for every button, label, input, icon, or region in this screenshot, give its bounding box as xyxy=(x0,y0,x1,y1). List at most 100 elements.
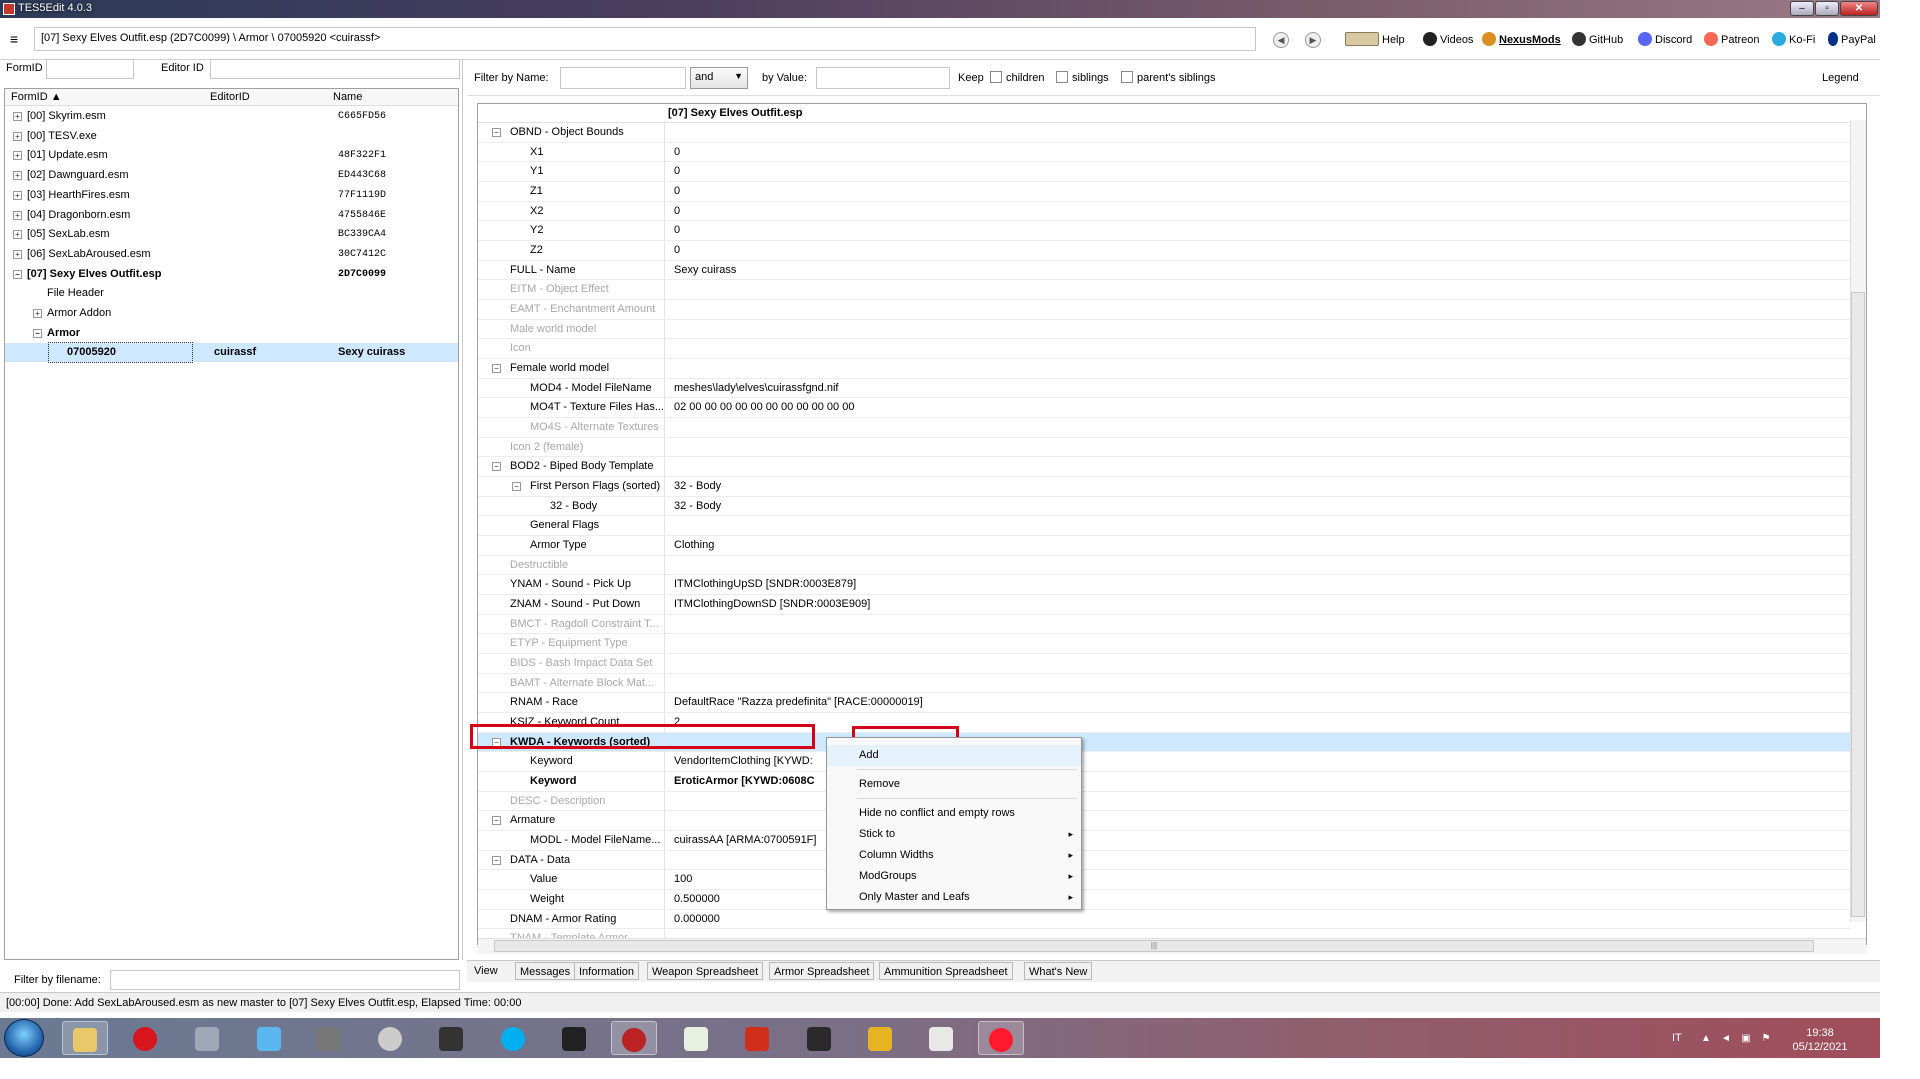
record-field-row[interactable]: EITM - Object Effect xyxy=(478,280,1851,300)
tree-row[interactable]: + [00] Skyrim.esm C665FD56 xyxy=(5,107,458,126)
collapse-icon[interactable]: − xyxy=(492,816,501,826)
taskbar-explorer-icon[interactable] xyxy=(62,1021,108,1055)
collapse-icon[interactable]: − xyxy=(512,482,521,492)
horizontal-scroll-thumb[interactable]: ||| xyxy=(494,940,1814,952)
expand-icon[interactable]: + xyxy=(13,230,22,240)
expand-icon[interactable]: + xyxy=(13,112,22,121)
record-field-row[interactable]: ETYP - Equipment Type xyxy=(478,634,1851,654)
taskbar-tes5edit-icon[interactable] xyxy=(611,1021,657,1055)
tree-row[interactable]: + [00] TESV.exe xyxy=(5,127,458,146)
record-field-row[interactable]: Keyword VendorItemClothing [KYWD: xyxy=(478,752,1851,773)
tray-volume-icon[interactable]: ◄ xyxy=(1720,1033,1732,1045)
start-button[interactable] xyxy=(4,1019,44,1057)
taskbar-ffdec-icon[interactable] xyxy=(367,1021,413,1055)
record-field-row[interactable]: 32 - Body 32 - Body xyxy=(478,496,1851,517)
record-field-row[interactable]: Weight 0.500000 xyxy=(478,890,1851,910)
tab-information[interactable]: Information xyxy=(574,962,640,980)
taskbar-ableton-icon[interactable] xyxy=(428,1021,474,1055)
parents-siblings-checkbox[interactable] xyxy=(1121,71,1133,83)
tab-view[interactable]: View xyxy=(470,962,502,980)
legend-button[interactable]: Legend xyxy=(1822,72,1859,84)
record-field-row[interactable]: Y1 0 xyxy=(478,162,1851,182)
forward-icon[interactable]: ▶ xyxy=(1305,32,1321,48)
filter-value-input[interactable] xyxy=(816,67,950,89)
tree-row[interactable]: + [03] HearthFires.esm 77F1119D xyxy=(5,186,458,205)
filter-name-input[interactable] xyxy=(560,67,686,89)
taskbar-opera-red-icon[interactable] xyxy=(978,1021,1024,1055)
taskbar-nmm-icon[interactable] xyxy=(551,1021,597,1055)
record-field-row[interactable]: BAMT - Alternate Block Mat... xyxy=(478,673,1851,694)
formid-input[interactable] xyxy=(46,59,134,79)
collapse-icon[interactable]: − xyxy=(492,855,501,865)
col-formid[interactable]: FormID ▲ xyxy=(11,91,62,103)
tray-expand-icon[interactable]: ▲ xyxy=(1700,1033,1712,1045)
tab-armor-spreadsheet[interactable]: Armor Spreadsheet xyxy=(769,962,875,980)
record-field-row[interactable]: Destructible xyxy=(478,555,1851,576)
record-field-row[interactable]: − Female world model xyxy=(478,359,1851,379)
help-link[interactable]: Help xyxy=(1345,32,1405,48)
record-field-row[interactable]: FULL - Name Sexy cuirass xyxy=(478,260,1851,281)
discord-link[interactable]: Discord xyxy=(1638,32,1692,48)
tree-row[interactable]: − [07] Sexy Elves Outfit.esp 2D7C0099 xyxy=(5,265,458,284)
tab-weapon-spreadsheet[interactable]: Weapon Spreadsheet xyxy=(647,962,764,980)
tab-whats-new[interactable]: What's New xyxy=(1024,962,1093,980)
record-field-row[interactable]: − Armature xyxy=(478,811,1851,832)
tree-row[interactable]: 07005920 cuirassf Sexy cuirass xyxy=(5,342,458,364)
menu-item-modgroups[interactable]: ModGroups ▸ xyxy=(827,866,1081,887)
record-field-row[interactable]: Y2 0 xyxy=(478,221,1851,241)
record-path-field[interactable]: [07] Sexy Elves Outfit.esp (2D7C0099) \ … xyxy=(34,27,1256,51)
expand-icon[interactable]: + xyxy=(13,151,22,161)
tray-language[interactable]: IT xyxy=(1672,1032,1682,1044)
menu-item-only-master-leafs[interactable]: Only Master and Leafs ▸ xyxy=(827,887,1081,908)
record-field-row[interactable]: − OBND - Object Bounds xyxy=(478,123,1851,143)
record-field-row[interactable]: MO4S - Alternate Textures xyxy=(478,418,1851,438)
tree-row[interactable]: + [01] Update.esm 48F322F1 xyxy=(5,146,458,165)
record-field-row[interactable]: EAMT - Enchantment Amount xyxy=(478,300,1851,320)
record-field-row[interactable]: X1 0 xyxy=(478,142,1851,163)
tree-row[interactable]: + [04] Dragonborn.esm 4755846E xyxy=(5,206,458,225)
col-name[interactable]: Name xyxy=(333,91,362,103)
tray-flag-icon[interactable]: ⚑ xyxy=(1760,1033,1772,1045)
record-field-row[interactable]: Icon xyxy=(478,339,1851,359)
record-grid[interactable]: [07] Sexy Elves Outfit.esp − OBND - Objec… xyxy=(477,103,1867,945)
collapse-icon[interactable]: − xyxy=(13,269,22,279)
paypal-link[interactable]: PayPal xyxy=(1828,32,1876,48)
tree-row[interactable]: File Header xyxy=(5,284,458,303)
expand-icon[interactable]: + xyxy=(13,171,22,181)
menu-item-column-widths[interactable]: Column Widths ▸ xyxy=(827,845,1081,866)
tray-network-icon[interactable]: ▣ xyxy=(1740,1033,1752,1045)
taskbar-foxit-icon[interactable] xyxy=(734,1021,780,1055)
record-field-row[interactable]: DESC - Description xyxy=(478,791,1851,812)
record-field-row[interactable]: MO4T - Texture Files Has... 02 00 00 00 0… xyxy=(478,398,1851,418)
maximize-button[interactable]: ▫ xyxy=(1815,1,1839,16)
collapse-icon[interactable]: − xyxy=(492,128,501,137)
record-field-row[interactable]: MOD4 - Model FileName meshes\lady\elves\c… xyxy=(478,378,1851,399)
back-icon[interactable]: ◀ xyxy=(1273,32,1289,48)
col-editorid[interactable]: EditorID xyxy=(210,91,250,103)
videos-link[interactable]: Videos xyxy=(1423,32,1473,48)
collapse-icon[interactable]: − xyxy=(492,364,501,374)
taskbar-skyrim-icon[interactable] xyxy=(918,1021,964,1055)
tree-row[interactable]: + Armor Addon xyxy=(5,304,458,323)
taskbar-sword-icon[interactable] xyxy=(796,1021,842,1055)
record-field-row[interactable]: Z1 0 xyxy=(478,182,1851,202)
record-field-row[interactable]: RNAM - Race DefaultRace "Razza predefinit… xyxy=(478,693,1851,714)
record-field-row[interactable]: Armor Type Clothing xyxy=(478,536,1851,556)
taskbar-itunes-icon[interactable] xyxy=(246,1021,292,1055)
collapse-icon[interactable]: − xyxy=(492,462,501,472)
tree-row[interactable]: + [02] Dawnguard.esm ED443C68 xyxy=(5,166,458,185)
expand-icon[interactable]: + xyxy=(33,309,42,318)
record-field-row[interactable]: X2 0 xyxy=(478,201,1851,222)
record-field-row[interactable]: DNAM - Armor Rating 0.000000 xyxy=(478,909,1851,930)
record-field-row[interactable]: − First Person Flags (sorted) 32 - Body xyxy=(478,477,1851,497)
taskbar-notepad-icon[interactable] xyxy=(673,1021,719,1055)
tree-row[interactable]: + [06] SexLabAroused.esm 30C7412C xyxy=(5,245,458,264)
record-field-row[interactable]: − DATA - Data xyxy=(478,850,1851,871)
menu-item-add[interactable]: Add xyxy=(827,745,1081,766)
record-field-row[interactable]: − BOD2 - Biped Body Template xyxy=(478,457,1851,477)
record-field-row[interactable]: MODL - Model FileName... cuirassAA [ARMA:… xyxy=(478,831,1851,851)
taskbar-chart-icon[interactable] xyxy=(857,1021,903,1055)
children-checkbox[interactable] xyxy=(990,71,1002,83)
record-field-row[interactable]: Icon 2 (female) xyxy=(478,437,1851,458)
taskbar-skype-icon[interactable] xyxy=(490,1021,536,1055)
